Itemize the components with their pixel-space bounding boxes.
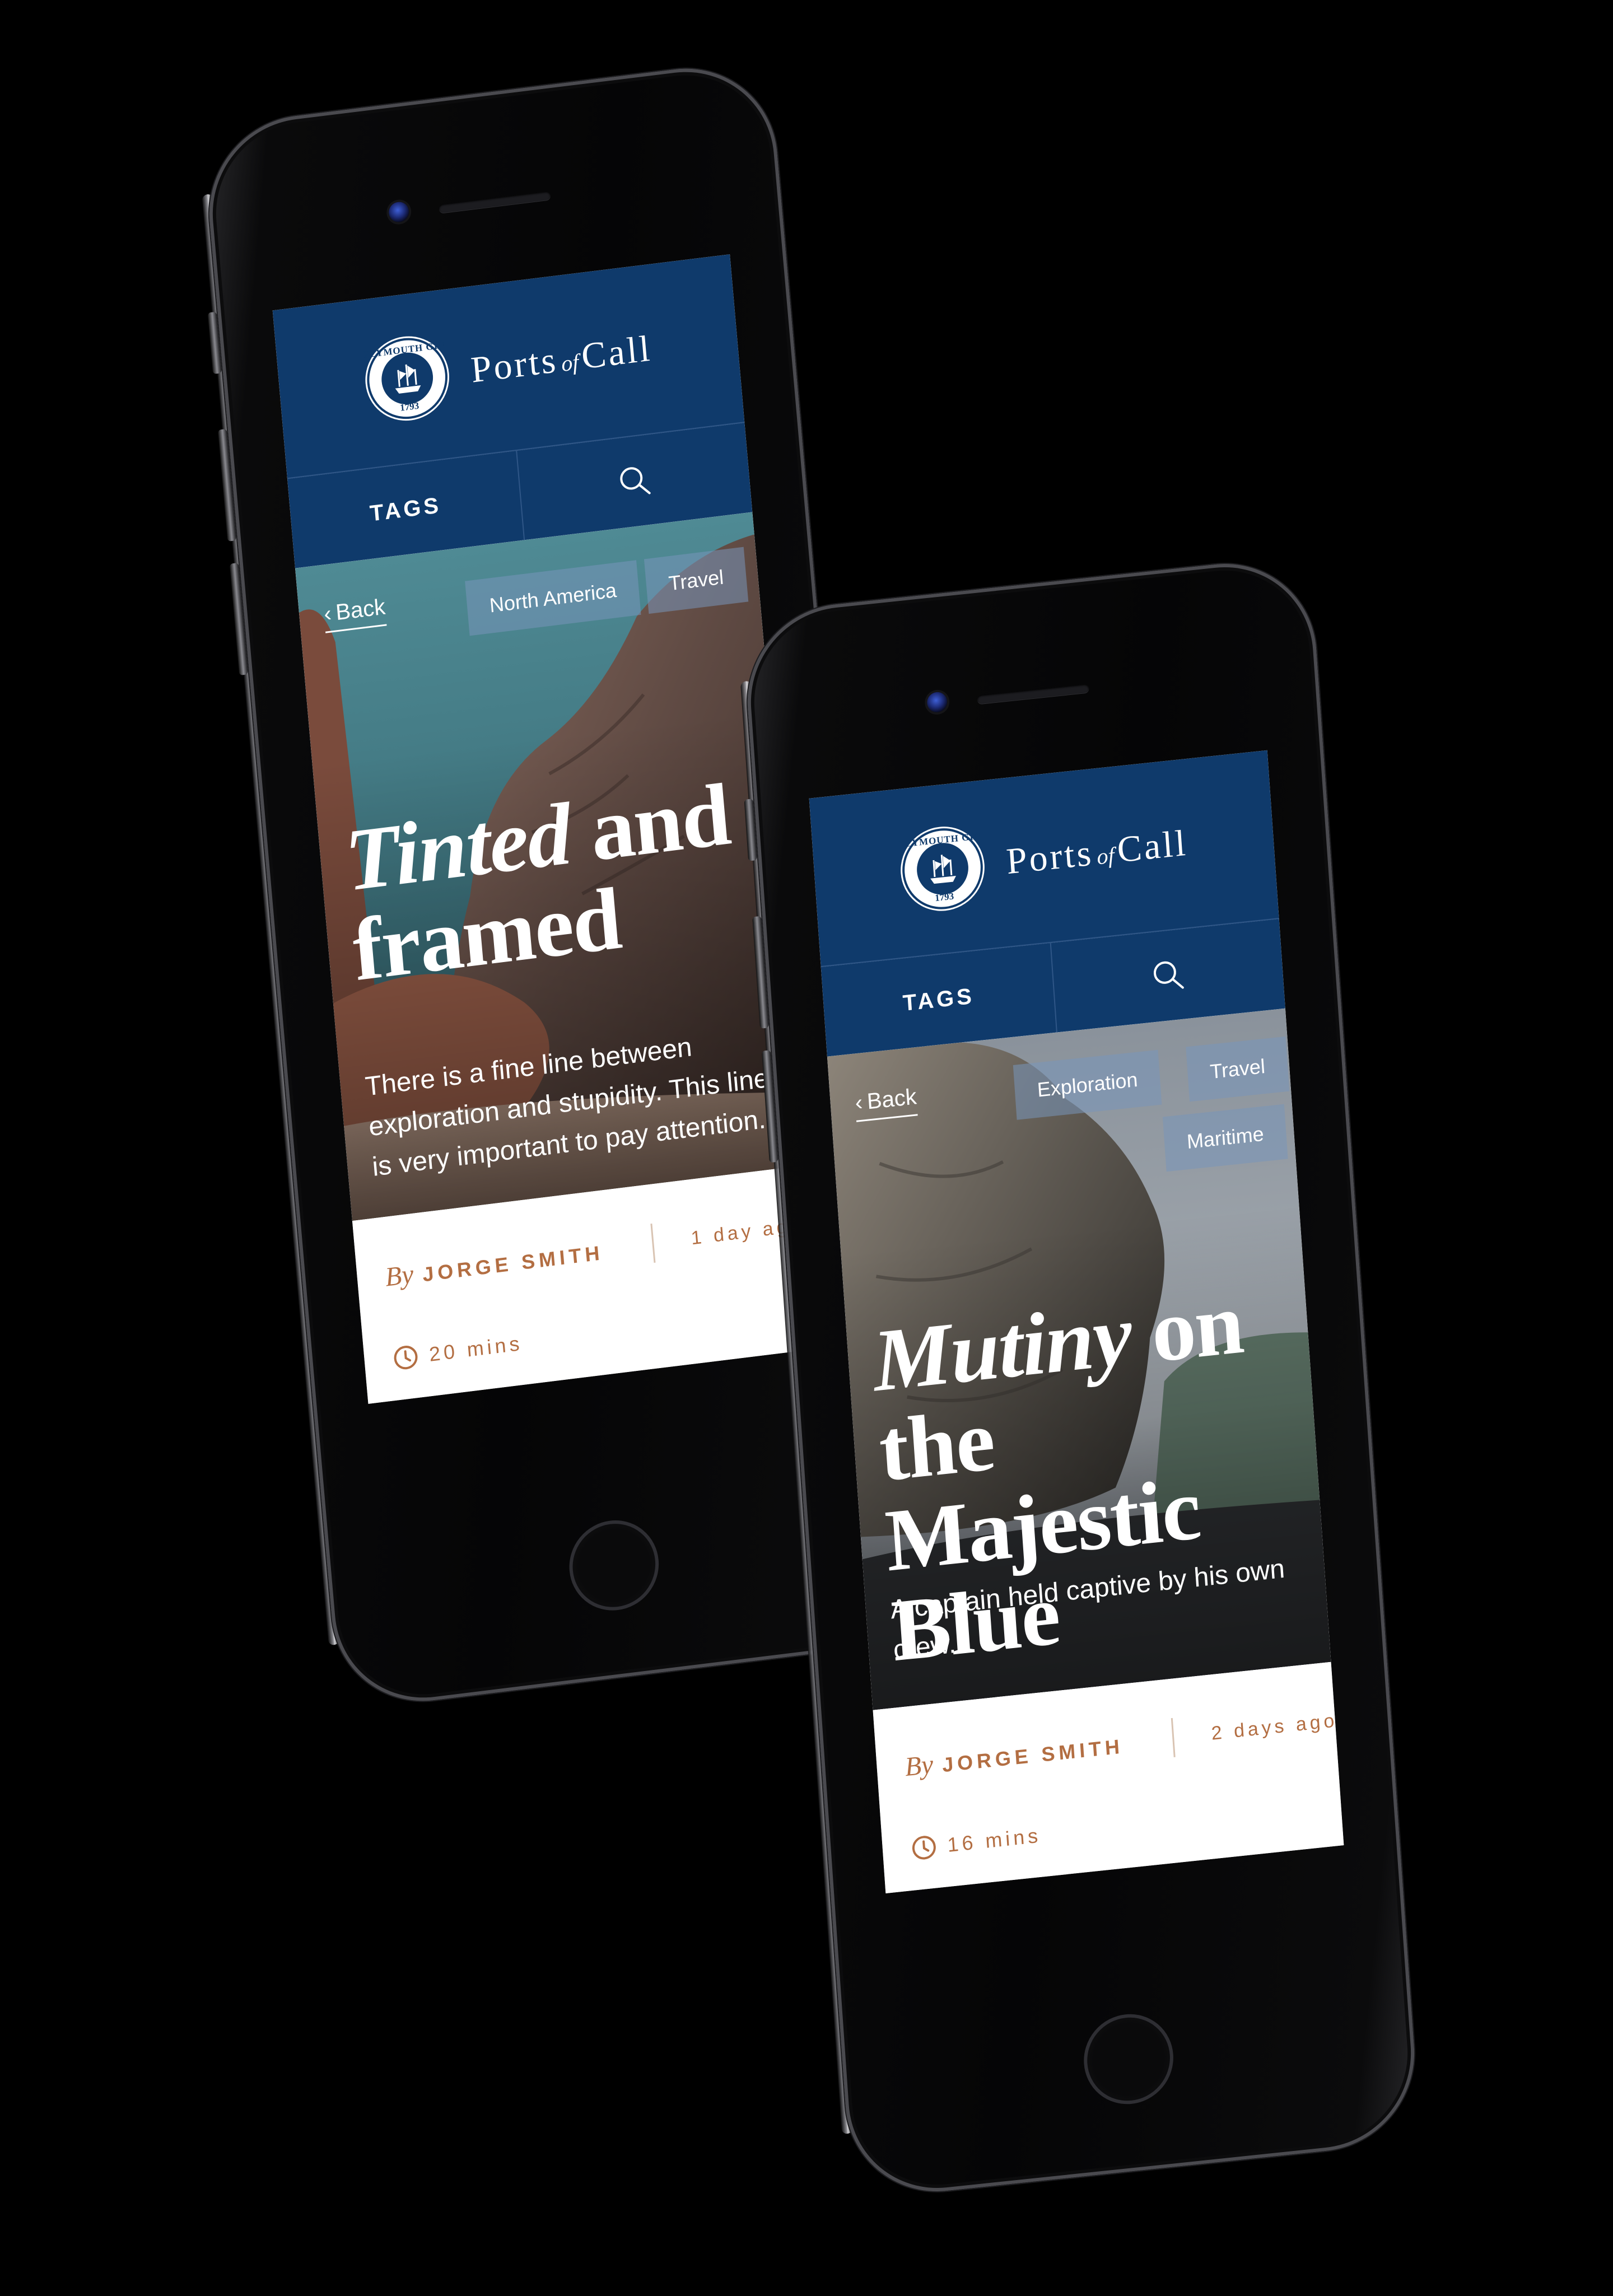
back-label: Back [334, 594, 386, 626]
app-title[interactable]: PortsofCall [469, 327, 654, 391]
tag-chip[interactable]: Travel [1186, 1036, 1289, 1102]
clock-icon [912, 1836, 936, 1860]
author-name[interactable]: JORGE SMITH [941, 1734, 1124, 1776]
read-time-value: 20 mins [428, 1331, 524, 1366]
article-hero[interactable]: ‹ Back North America Travel Tinted and fr… [295, 512, 810, 1221]
clock-icon [394, 1346, 418, 1370]
meta-divider [1171, 1718, 1176, 1757]
byline: By JORGE SMITH [904, 1729, 1125, 1782]
byline: By JORGE SMITH [384, 1235, 605, 1293]
chevron-left-icon: ‹ [854, 1090, 864, 1116]
back-label: Back [866, 1084, 918, 1114]
author-name[interactable]: JORGE SMITH [422, 1241, 604, 1286]
search-icon [619, 467, 651, 494]
by-label: By [903, 1749, 934, 1782]
plymouth-gin-seal-logo: PLYMOUTH GIN 1793 [361, 332, 453, 426]
brand-word-of: of [560, 349, 580, 377]
article-hero[interactable]: ‹ Back Exploration Travel Maritime Mutiny… [827, 1008, 1331, 1710]
brand-word-call: Call [1116, 822, 1189, 871]
brand-word-call: Call [580, 328, 654, 377]
posted-time: 2 days ago [1210, 1710, 1339, 1744]
phone-screen: PLYMOUTH GIN 1793 PortsofCall TAGS ‹ Bac… [272, 254, 826, 1404]
chevron-left-icon: ‹ [323, 601, 333, 627]
brand-word-ports: Ports [469, 339, 560, 391]
read-time-value: 16 mins [947, 1823, 1042, 1856]
phone-mockup-right: PLYMOUTH GIN 1793 PortsofCall TAGS ‹ Bac… [740, 554, 1421, 2201]
plymouth-gin-seal-logo: PLYMOUTH GIN 1793 [897, 822, 987, 916]
search-icon [1153, 961, 1184, 989]
brand-word-of: of [1095, 842, 1116, 870]
brand-word-ports: Ports [1005, 832, 1095, 883]
app-title[interactable]: PortsofCall [1005, 822, 1189, 884]
phone-screen: PLYMOUTH GIN 1793 PortsofCall TAGS ‹ Bac… [809, 750, 1344, 1893]
by-label: By [384, 1259, 415, 1292]
back-link[interactable]: ‹ Back [854, 1084, 918, 1122]
read-time: 20 mins [391, 1330, 524, 1373]
meta-divider [650, 1223, 656, 1263]
read-time: 16 mins [910, 1822, 1042, 1862]
